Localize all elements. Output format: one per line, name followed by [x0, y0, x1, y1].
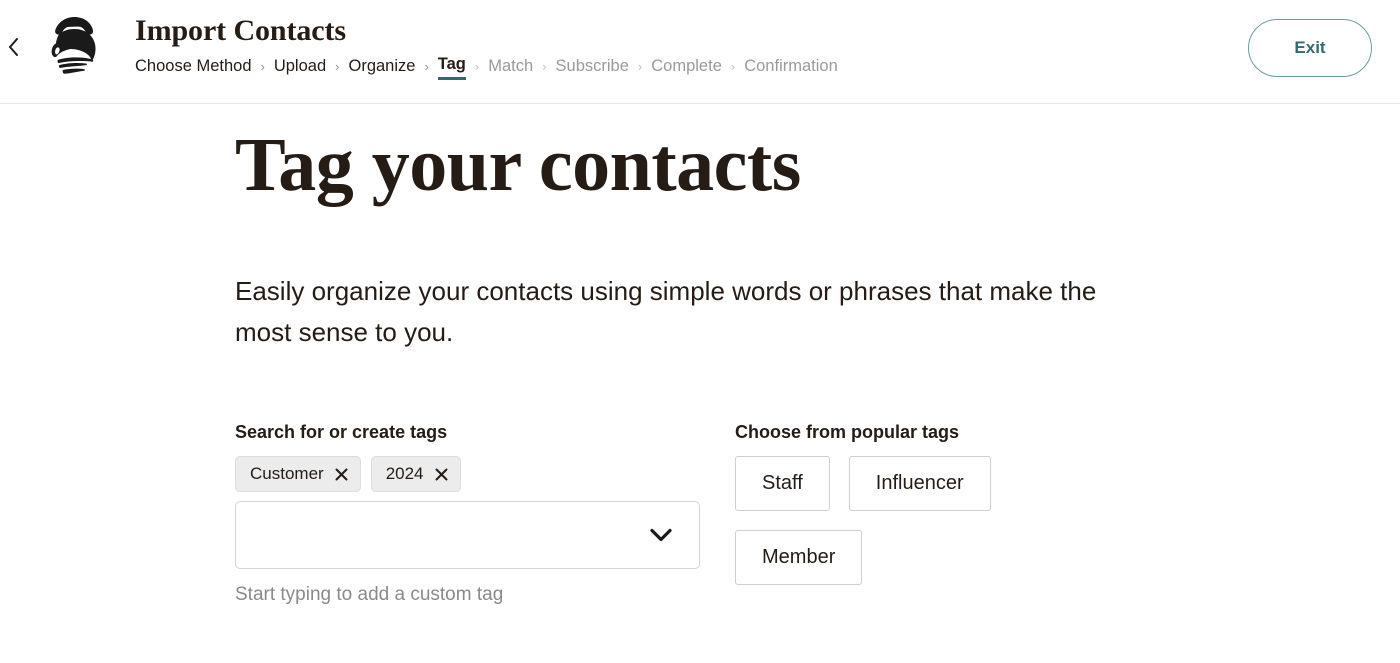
exit-button[interactable]: Exit: [1248, 19, 1372, 77]
breadcrumb-step-upload[interactable]: Upload: [274, 55, 326, 79]
breadcrumb-step-tag[interactable]: Tag: [437, 53, 466, 80]
main-content: Tag your contacts Easily organize your c…: [0, 104, 1400, 608]
search-tags-label: Search for or create tags: [235, 422, 448, 442]
tag-chip-label: 2024: [385, 464, 424, 483]
app-title: Import Contacts: [135, 14, 346, 47]
chevron-left-icon: [8, 37, 19, 61]
close-icon[interactable]: [435, 468, 448, 481]
close-icon[interactable]: [335, 468, 348, 481]
breadcrumb-step-subscribe: Subscribe: [555, 56, 629, 75]
tag-search-input[interactable]: [235, 501, 700, 569]
breadcrumb-step-match: Match: [488, 56, 534, 75]
header-text-block: Import Contacts Choose Method › Upload ›…: [135, 13, 838, 80]
tag-search-combobox: [235, 501, 700, 569]
breadcrumb: Choose Method › Upload › Organize › Tag …: [135, 53, 838, 80]
tag-form-columns: Search for or create tags Customer 2024: [235, 420, 1400, 608]
breadcrumb-separator: ›: [637, 58, 643, 74]
app-header: Import Contacts Choose Method › Upload ›…: [0, 0, 1400, 104]
popular-tag-staff[interactable]: Staff: [735, 456, 830, 511]
popular-tag-influencer[interactable]: Influencer: [848, 456, 991, 511]
popular-tags-label: Choose from popular tags: [735, 422, 960, 442]
tag-chip-label: Customer: [250, 464, 324, 483]
tag-chip-2024[interactable]: 2024: [370, 456, 461, 492]
breadcrumb-step-complete: Complete: [651, 56, 722, 75]
breadcrumb-separator: ›: [474, 58, 480, 74]
breadcrumb-step-organize[interactable]: Organize: [348, 55, 415, 79]
tag-chip-customer[interactable]: Customer: [235, 456, 361, 492]
breadcrumb-step-confirmation: Confirmation: [744, 56, 838, 75]
selected-tag-chips: Customer 2024: [235, 456, 735, 492]
popular-tags-section: Choose from popular tags Staff Influence…: [735, 420, 1155, 608]
search-tags-section: Search for or create tags Customer 2024: [235, 420, 735, 608]
popular-tags-list: Staff Influencer Member: [735, 456, 1045, 585]
mailchimp-freddie-logo: [42, 15, 102, 83]
page-title: Tag your contacts: [235, 123, 801, 207]
breadcrumb-separator: ›: [730, 58, 736, 74]
tag-input-helper-text: Start typing to add a custom tag: [235, 584, 504, 605]
breadcrumb-separator: ›: [542, 58, 547, 74]
popular-tag-member[interactable]: Member: [735, 530, 863, 585]
breadcrumb-separator: ›: [335, 58, 340, 74]
breadcrumb-separator: ›: [424, 58, 429, 74]
breadcrumb-separator: ›: [260, 58, 265, 74]
breadcrumb-step-choose-method[interactable]: Choose Method: [135, 55, 252, 79]
back-button[interactable]: [2, 36, 24, 62]
page-description: Easily organize your contacts using simp…: [235, 276, 1097, 347]
